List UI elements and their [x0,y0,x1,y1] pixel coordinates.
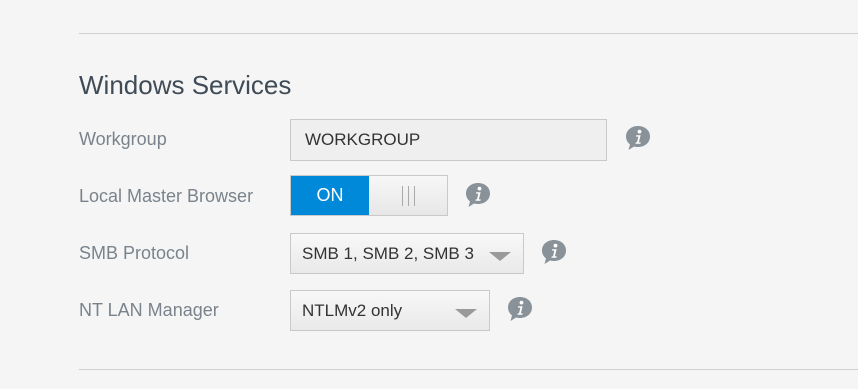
info-icon[interactable] [506,295,534,323]
nt-lan-manager-select[interactable]: NTLMv2 only [290,290,490,331]
info-icon[interactable] [624,124,652,152]
top-divider [79,33,858,34]
toggle-handle[interactable] [369,176,447,215]
workgroup-label: Workgroup [79,129,167,149]
local-master-browser-label: Local Master Browser [79,186,254,206]
chevron-down-icon [489,252,511,261]
grip-icon [401,185,415,206]
smb-protocol-select[interactable]: SMB 1, SMB 2, SMB 3 [290,233,524,274]
chevron-down-icon [455,309,477,318]
info-icon[interactable] [540,238,568,266]
smb-protocol-label: SMB Protocol [79,243,190,263]
smb-protocol-selected-value: SMB 1, SMB 2, SMB 3 [302,244,474,263]
toggle-on-label: ON [291,176,369,215]
bottom-divider [79,369,858,370]
workgroup-input[interactable] [290,119,607,161]
nt-lan-manager-label: NT LAN Manager [79,300,219,320]
info-icon[interactable] [464,181,492,209]
nt-lan-manager-selected-value: NTLMv2 only [302,301,403,320]
local-master-browser-toggle[interactable]: ON [290,175,448,216]
section-title: Windows Services [79,70,292,100]
